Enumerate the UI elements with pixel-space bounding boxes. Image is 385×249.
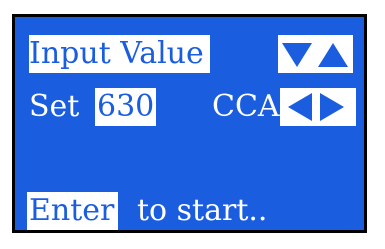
left-right-arrows-svg <box>288 93 344 121</box>
triangle-up-icon[interactable] <box>318 43 348 67</box>
set-value[interactable]: 630 <box>95 88 157 126</box>
enter-key-label[interactable]: Enter <box>27 192 119 230</box>
up-down-arrows[interactable] <box>278 35 353 73</box>
lcd-screen: Input Value Set 630 CCA Enter to start.. <box>12 14 367 233</box>
set-label: Set <box>29 89 80 124</box>
unit-label: CCA <box>212 89 280 124</box>
left-right-arrows[interactable] <box>280 88 356 126</box>
title-text: Input Value <box>29 36 204 71</box>
triangle-right-icon[interactable] <box>320 93 344 121</box>
start-instruction: to start.. <box>137 193 268 228</box>
triangle-left-icon[interactable] <box>288 93 312 121</box>
up-down-arrows-svg <box>282 43 348 67</box>
triangle-down-icon[interactable] <box>282 43 312 67</box>
title-label: Input Value <box>29 35 210 73</box>
